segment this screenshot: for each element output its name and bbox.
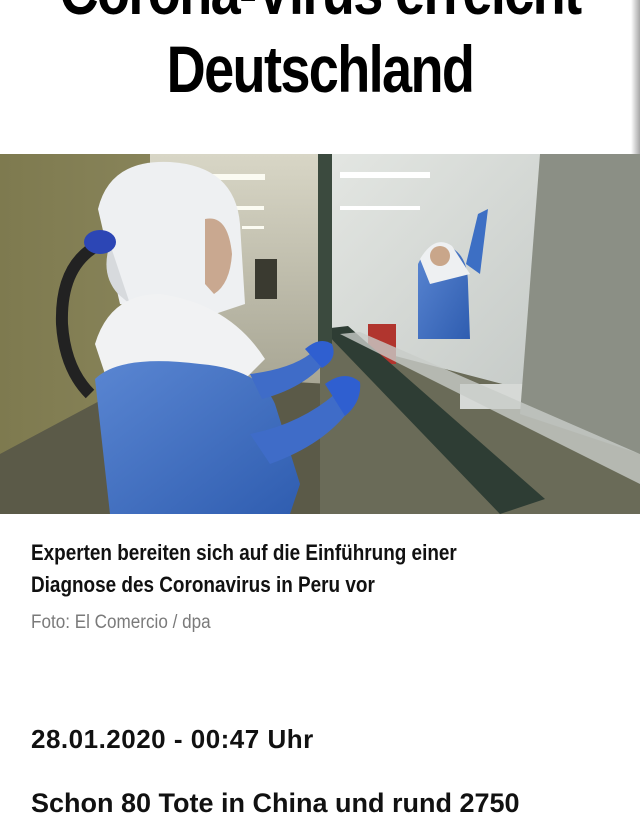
headline-line-2: Deutschland xyxy=(166,32,475,106)
photo-credit: Foto: El Comercio / dpa xyxy=(31,612,211,633)
headline: Corona-Virus erreicht Deutschland xyxy=(58,0,583,108)
article-date: 28.01.2020 - 00:47 Uhr xyxy=(31,724,314,754)
headline-line-1: Corona-Virus erreicht xyxy=(58,0,583,30)
lab-worker-photo-icon xyxy=(0,154,640,514)
photo-caption: Experten bereiten sich auf die Einführun… xyxy=(31,540,457,597)
article-photo[interactable] xyxy=(0,154,640,514)
article-teaser: Schon 80 Tote in China und rund 2750 xyxy=(31,788,520,818)
